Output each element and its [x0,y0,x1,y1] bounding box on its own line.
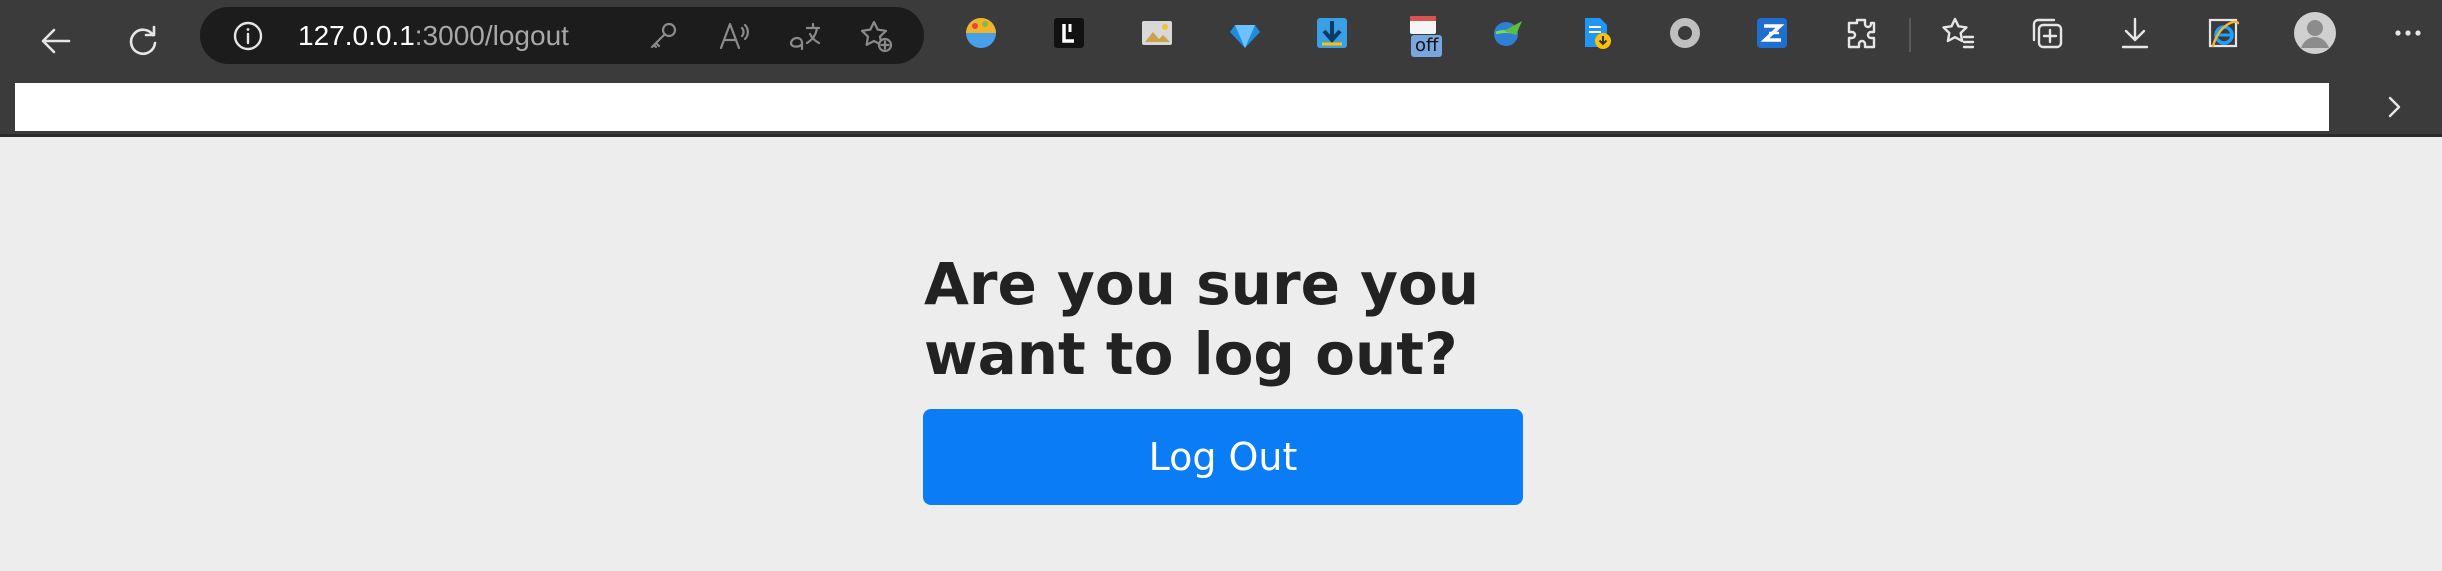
internet-explorer-mode-icon[interactable] [2205,15,2241,51]
back-button[interactable] [23,8,89,74]
browser-toolbar: 127.0.0.1:3000/logout off [0,0,2442,83]
url-path: :3000/logout [414,20,569,51]
log-out-button[interactable]: Log Out [923,409,1523,505]
color-palette-extension-icon[interactable] [963,15,999,51]
url-host: 127.0.0.1 [298,20,415,51]
url-text[interactable]: 127.0.0.1:3000/logout [298,20,569,52]
downloads-icon[interactable] [2117,15,2153,51]
back-icon [41,28,71,54]
add-favorite-icon[interactable] [858,18,894,54]
refresh-button[interactable] [110,8,176,74]
off-toggle-extension[interactable]: off [1405,13,1449,61]
chevron-right-icon[interactable] [2378,91,2410,123]
address-bar[interactable]: 127.0.0.1:3000/logout [200,7,924,64]
image-extension-icon[interactable] [1139,15,1175,51]
favorites-bar-area [15,83,2329,131]
globe-arrow-extension-icon[interactable] [1490,15,1526,51]
page-title: Are you sure you want to log out? [924,250,1480,388]
profile-avatar[interactable] [2293,11,2337,55]
diamond-extension-icon[interactable] [1227,15,1263,51]
favorites-icon[interactable] [1940,15,1976,51]
translate-icon[interactable] [787,18,823,54]
page-content: Are you sure you want to log out? Log Ou… [0,137,2442,571]
zotero-extension-icon[interactable] [1754,15,1790,51]
window-extension-icon [1410,16,1436,34]
favorites-bar [0,83,2442,137]
download-manager-extension-icon[interactable] [1314,15,1350,51]
letter-l-extension-icon[interactable] [1051,15,1087,51]
off-badge: off [1411,35,1443,57]
site-info-icon[interactable] [232,20,264,52]
refresh-icon [129,25,157,56]
read-aloud-icon[interactable] [716,18,752,54]
collections-icon[interactable] [2029,15,2065,51]
settings-more-icon[interactable] [2390,15,2426,51]
document-download-extension-icon[interactable] [1578,15,1614,51]
extensions-icon[interactable] [1843,15,1879,51]
circle-extension-icon[interactable] [1667,15,1703,51]
toolbar-separator [1909,18,1911,52]
password-key-icon[interactable] [645,18,681,54]
